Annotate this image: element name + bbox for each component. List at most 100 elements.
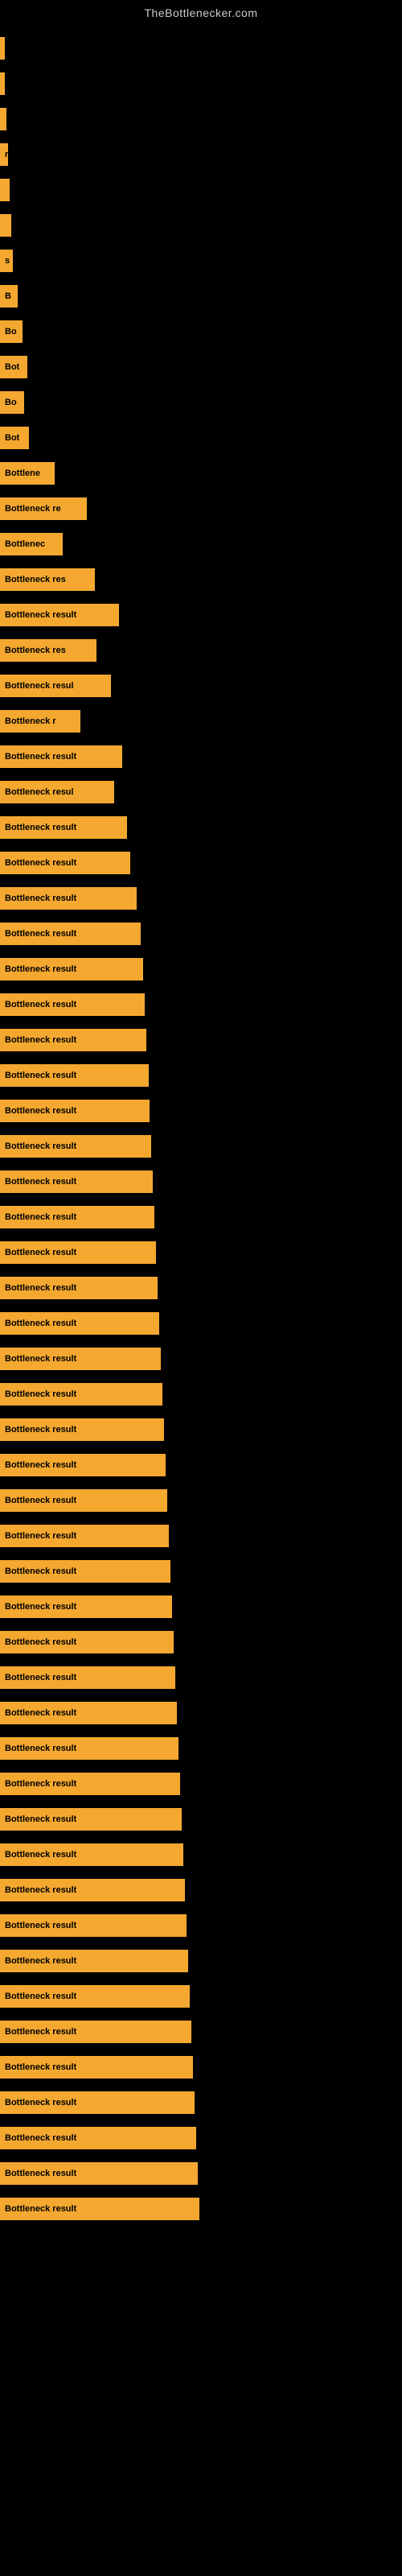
bar-row bbox=[0, 208, 402, 243]
bar: Bottleneck result bbox=[0, 1631, 174, 1653]
bar-row: r bbox=[0, 137, 402, 172]
bar: Bottlenec bbox=[0, 533, 63, 555]
bar-row: Bottleneck result bbox=[0, 1058, 402, 1093]
bar: Bottleneck result bbox=[0, 2091, 195, 2114]
bar-row bbox=[0, 101, 402, 137]
bar-row bbox=[0, 66, 402, 101]
bar: Bottleneck result bbox=[0, 1702, 177, 1724]
bar: Bottleneck result bbox=[0, 1170, 153, 1193]
bar: Bottleneck r bbox=[0, 710, 80, 733]
bar-row: Bottleneck result bbox=[0, 1943, 402, 1979]
bar: B bbox=[0, 285, 18, 308]
bar-label: Bo bbox=[5, 327, 17, 336]
bar-row: Bottlene bbox=[0, 456, 402, 491]
bar: Bottleneck resul bbox=[0, 781, 114, 803]
bar: Bottleneck result bbox=[0, 2127, 196, 2149]
bar-row: Bot bbox=[0, 349, 402, 385]
bar-row: Bottleneck result bbox=[0, 1270, 402, 1306]
bar-label: Bot bbox=[5, 433, 19, 443]
bar: Bottleneck result bbox=[0, 1808, 182, 1831]
bar bbox=[0, 108, 6, 130]
bar-label: Bottleneck result bbox=[5, 1141, 76, 1151]
bar: Bottleneck result bbox=[0, 1525, 169, 1547]
bar-row: Bottleneck result bbox=[0, 881, 402, 916]
bar: Bottleneck result bbox=[0, 887, 137, 910]
bar-label: Bot bbox=[5, 362, 19, 372]
bar-row: Bottleneck result bbox=[0, 1235, 402, 1270]
bar: Bottleneck result bbox=[0, 2021, 191, 2043]
bar: Bo bbox=[0, 391, 24, 414]
bar-row: Bottleneck result bbox=[0, 1872, 402, 1908]
bar-label: Bottleneck resul bbox=[5, 681, 74, 691]
bar-label: Bottleneck res bbox=[5, 646, 66, 655]
bar-row: Bo bbox=[0, 314, 402, 349]
bar-row: Bottleneck result bbox=[0, 1341, 402, 1377]
bar-label: Bottleneck result bbox=[5, 2204, 76, 2214]
bar-label: Bottleneck result bbox=[5, 1496, 76, 1505]
bar: Bottleneck result bbox=[0, 1312, 159, 1335]
bar-row: Bo bbox=[0, 385, 402, 420]
bar-label: Bottleneck result bbox=[5, 1106, 76, 1116]
bar-label: Bottleneck result bbox=[5, 2027, 76, 2037]
bar-label: Bottleneck result bbox=[5, 1921, 76, 1930]
bar: Bottleneck result bbox=[0, 2056, 193, 2079]
bar-label: Bottleneck result bbox=[5, 1531, 76, 1541]
bar-label: Bottleneck result bbox=[5, 929, 76, 939]
bar-row: Bottleneck result bbox=[0, 1766, 402, 1802]
bar-row bbox=[0, 31, 402, 66]
bar-label: Bottleneck result bbox=[5, 1071, 76, 1080]
bar-label: Bottleneck r bbox=[5, 716, 56, 726]
bar: Bottleneck result bbox=[0, 1064, 149, 1087]
bar-label: Bottleneck result bbox=[5, 1389, 76, 1399]
bar-label: Bottleneck result bbox=[5, 964, 76, 974]
bar bbox=[0, 72, 5, 95]
bar bbox=[0, 214, 11, 237]
bar-label: Bottleneck result bbox=[5, 894, 76, 903]
bar: Bottleneck result bbox=[0, 604, 119, 626]
bar-row: Bottleneck result bbox=[0, 1129, 402, 1164]
bar: Bottleneck result bbox=[0, 1135, 151, 1158]
bar-row: Bottleneck result bbox=[0, 1306, 402, 1341]
bar-row: Bottleneck result bbox=[0, 1624, 402, 1660]
bar-row: Bottleneck result bbox=[0, 1377, 402, 1412]
bar-label: s bbox=[5, 256, 10, 266]
bars-container: r s B Bo Bot Bo Bot Bottlene Bottleneck re Bottle… bbox=[0, 23, 402, 2227]
bar-label: Bottleneck result bbox=[5, 1177, 76, 1187]
bar-label: Bo bbox=[5, 398, 17, 407]
bar-label: r bbox=[5, 150, 8, 159]
bar-row: Bottleneck result bbox=[0, 1483, 402, 1518]
bar: r bbox=[0, 143, 8, 166]
bar: Bottleneck result bbox=[0, 745, 122, 768]
bar: Bottleneck result bbox=[0, 1348, 161, 1370]
bar-row: Bottleneck result bbox=[0, 2156, 402, 2191]
bar: Bottleneck result bbox=[0, 1489, 167, 1512]
bar: Bottleneck result bbox=[0, 1879, 185, 1901]
bar bbox=[0, 37, 5, 60]
bar-label: Bottleneck result bbox=[5, 1035, 76, 1045]
site-title: TheBottlenecker.com bbox=[0, 0, 402, 23]
bar: Bot bbox=[0, 356, 27, 378]
bar-row: Bottleneck result bbox=[0, 597, 402, 633]
bar: Bottleneck resul bbox=[0, 675, 111, 697]
bar: Bottleneck result bbox=[0, 2198, 199, 2220]
bar-label: Bottleneck result bbox=[5, 2098, 76, 2107]
bar-label: Bottleneck resul bbox=[5, 787, 74, 797]
bar-row: Bottleneck result bbox=[0, 1093, 402, 1129]
bar: Bo bbox=[0, 320, 23, 343]
bar-row: Bottleneck result bbox=[0, 1837, 402, 1872]
bar: Bot bbox=[0, 427, 29, 449]
bar: Bottleneck result bbox=[0, 1100, 150, 1122]
bar-row: Bottleneck result bbox=[0, 2191, 402, 2227]
bar: Bottleneck result bbox=[0, 1596, 172, 1618]
bar: Bottleneck result bbox=[0, 1914, 187, 1937]
bar-row: Bottleneck result bbox=[0, 845, 402, 881]
bar: Bottleneck re bbox=[0, 497, 87, 520]
bar-row: Bottleneck resul bbox=[0, 668, 402, 704]
bar-label: Bottleneck result bbox=[5, 2062, 76, 2072]
bar-row: Bottleneck result bbox=[0, 1518, 402, 1554]
bar-row: Bottleneck result bbox=[0, 1802, 402, 1837]
bar-row: Bottleneck result bbox=[0, 739, 402, 774]
bar: Bottleneck result bbox=[0, 1277, 158, 1299]
bar-label: Bottleneck result bbox=[5, 1814, 76, 1824]
bar: Bottleneck res bbox=[0, 639, 96, 662]
